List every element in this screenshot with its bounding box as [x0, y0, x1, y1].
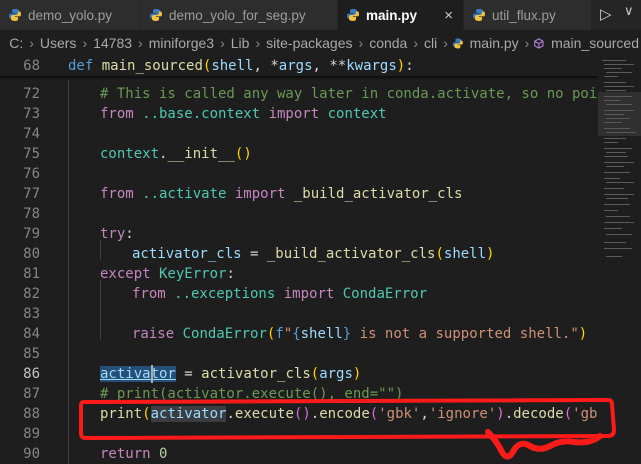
highlight-box — [79, 398, 616, 440]
red-annotation-overlay — [79, 398, 616, 460]
